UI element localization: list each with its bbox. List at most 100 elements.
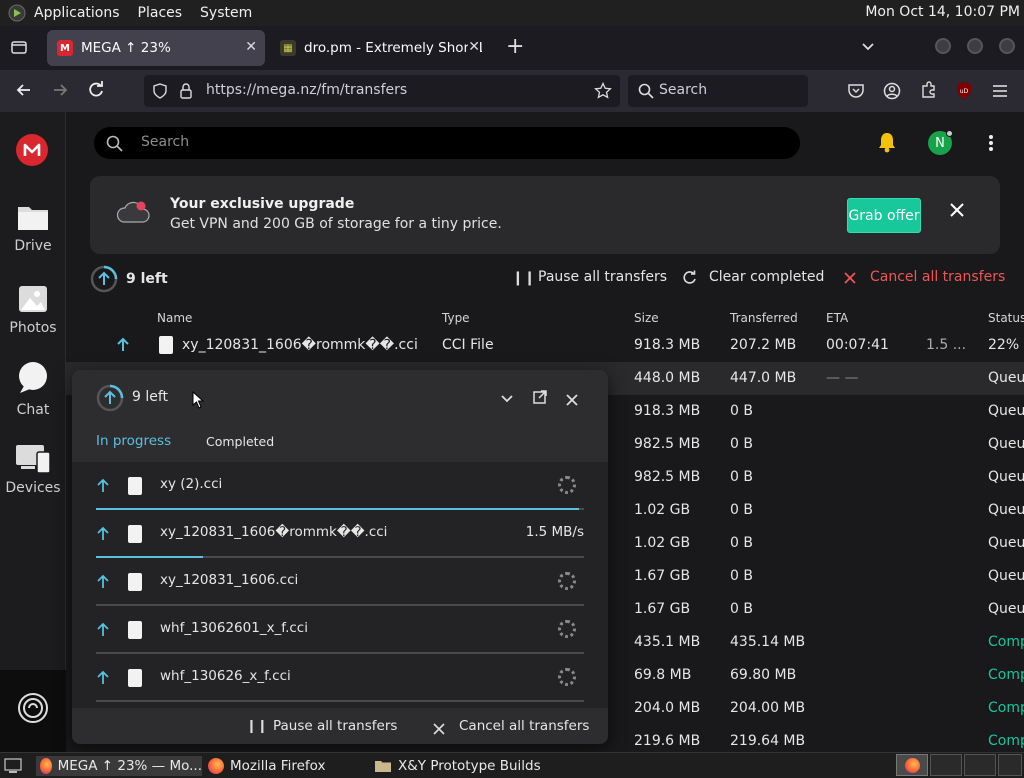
upload-arrow-icon bbox=[96, 573, 110, 593]
firefox-icon bbox=[905, 758, 920, 773]
upgrade-banner: Your exclusive upgrade Get VPN and 200 G… bbox=[90, 176, 1000, 254]
row-status: 22% bbox=[988, 337, 1020, 353]
hamburger-menu-icon[interactable] bbox=[992, 83, 1008, 102]
collapse-chevron-icon[interactable] bbox=[500, 390, 514, 409]
divider bbox=[96, 700, 584, 702]
cancel-all-transfers-button[interactable]: Cancel all transfers bbox=[870, 269, 1005, 285]
workspace-3[interactable] bbox=[964, 754, 996, 776]
window-maximize-icon[interactable] bbox=[967, 38, 983, 54]
popup-pause-all-button[interactable]: Pause all transfers bbox=[273, 718, 397, 734]
sidebar-item-photos[interactable]: Photos bbox=[0, 284, 66, 336]
shield-icon[interactable] bbox=[152, 83, 168, 103]
apps-logo-icon[interactable] bbox=[8, 4, 26, 22]
window-close-icon[interactable] bbox=[999, 38, 1015, 54]
row-size: 204.0 MB bbox=[634, 700, 701, 716]
column-header-eta[interactable]: ETA bbox=[826, 311, 848, 325]
search-icon bbox=[106, 135, 123, 156]
pause-all-transfers-button[interactable]: Pause all transfers bbox=[538, 269, 667, 285]
row-transferred: 447.0 MB bbox=[730, 370, 797, 386]
row-name: xy_120831_1606�rommk��.cci bbox=[182, 337, 418, 353]
forward-icon[interactable] bbox=[50, 80, 70, 104]
reload-icon[interactable] bbox=[86, 80, 106, 104]
menu-system[interactable]: System bbox=[200, 5, 252, 21]
cancel-x-icon[interactable] bbox=[843, 270, 857, 289]
url-text[interactable]: https://mega.nz/fm/transfers bbox=[206, 82, 407, 98]
column-header-status[interactable]: Status bbox=[988, 311, 1024, 325]
new-tab-icon[interactable]: + bbox=[506, 34, 524, 59]
pause-icon[interactable]: ❙❙ bbox=[246, 719, 268, 734]
tab-overview-icon[interactable] bbox=[10, 38, 28, 60]
sidebar-item-label: Chat bbox=[16, 402, 50, 418]
column-header-transferred[interactable]: Transferred bbox=[730, 311, 798, 325]
menu-applications[interactable]: Applications bbox=[34, 5, 120, 21]
popup-cancel-all-button[interactable]: Cancel all transfers bbox=[459, 718, 589, 734]
kebab-menu-icon[interactable] bbox=[988, 134, 994, 156]
row-size: 69.8 MB bbox=[634, 667, 692, 683]
sidebar-item-devices[interactable]: Devices bbox=[0, 444, 66, 496]
cancel-x-icon[interactable] bbox=[433, 720, 445, 739]
taskbar: MEGA ↑ 23% — Mo... Mozilla Firefox X&Y P… bbox=[0, 752, 1024, 778]
system-panel: Applications Places System Mon Oct 14, 1… bbox=[0, 0, 1024, 26]
column-header-type[interactable]: Type bbox=[442, 311, 470, 325]
clear-completed-button[interactable]: Clear completed bbox=[709, 269, 824, 285]
list-item[interactable]: xy_120831_1606.cci bbox=[96, 558, 584, 606]
ublock-icon[interactable]: uD bbox=[955, 81, 973, 101]
account-icon[interactable] bbox=[883, 82, 901, 104]
list-item[interactable]: xy_120831_1606�rommk��.cci 1.5 MB/s bbox=[96, 510, 584, 558]
mega-favicon-icon: M bbox=[57, 40, 73, 56]
file-icon bbox=[128, 477, 142, 495]
taskbar-item-firefox[interactable]: Mozilla Firefox bbox=[208, 756, 368, 776]
tab-dropm[interactable]: ▦ dro.pm - Extremely Short Li ✕ bbox=[270, 30, 488, 66]
close-icon[interactable] bbox=[949, 202, 965, 222]
tab-completed[interactable]: Completed bbox=[206, 434, 274, 449]
row-transferred: 0 B bbox=[730, 502, 753, 518]
close-tab-icon[interactable]: ✕ bbox=[245, 39, 257, 55]
tab-in-progress[interactable]: In progress bbox=[96, 433, 171, 449]
row-size: 435.1 MB bbox=[634, 634, 701, 650]
file-icon bbox=[128, 621, 142, 639]
workspace-switcher[interactable] bbox=[896, 754, 928, 776]
browser-search-box[interactable]: Search bbox=[628, 75, 808, 107]
taskbar-item-mega[interactable]: MEGA ↑ 23% — Mo... bbox=[36, 756, 202, 776]
sidebar-item-drive[interactable]: Drive bbox=[0, 202, 66, 254]
close-icon[interactable] bbox=[566, 391, 578, 410]
extensions-icon[interactable] bbox=[920, 81, 938, 103]
row-size: 982.5 MB bbox=[634, 436, 701, 452]
list-item[interactable]: whf_130626_x_f.cci bbox=[96, 654, 584, 702]
lock-icon[interactable] bbox=[178, 82, 194, 104]
tab-mega[interactable]: M MEGA ↑ 23% ✕ bbox=[47, 30, 265, 66]
pocket-icon[interactable] bbox=[847, 82, 865, 104]
grab-offer-button[interactable]: Grab offer bbox=[847, 198, 921, 233]
workspace-2[interactable] bbox=[930, 754, 962, 776]
clock[interactable]: Mon Oct 14, 10:07 PM bbox=[865, 4, 1020, 20]
bookmark-star-icon[interactable] bbox=[594, 81, 612, 104]
taskbar-item-label: X&Y Prototype Builds bbox=[398, 758, 541, 774]
expand-window-icon[interactable] bbox=[532, 389, 548, 409]
column-header-size[interactable]: Size bbox=[634, 311, 659, 325]
row-type: CCI File bbox=[442, 337, 494, 353]
back-icon[interactable] bbox=[14, 80, 34, 104]
window-minimize-icon[interactable] bbox=[935, 38, 951, 54]
url-bar[interactable]: https://mega.nz/fm/transfers bbox=[144, 75, 620, 107]
close-tab-icon[interactable]: ✕ bbox=[468, 39, 480, 55]
list-tabs-icon[interactable] bbox=[860, 38, 876, 58]
show-desktop-icon[interactable] bbox=[4, 758, 22, 778]
list-item[interactable]: whf_13062601_x_f.cci bbox=[96, 606, 584, 654]
sidebar-item-chat[interactable]: Chat bbox=[0, 362, 66, 418]
workspace-4[interactable] bbox=[998, 754, 1022, 776]
table-row[interactable]: xy_120831_1606�rommk��.cci CCI File 918.… bbox=[66, 329, 1024, 362]
column-header-name[interactable]: Name bbox=[157, 311, 192, 325]
bell-icon[interactable] bbox=[877, 131, 897, 157]
pause-icon[interactable]: ❙❙ bbox=[512, 270, 535, 286]
mega-logo-icon[interactable] bbox=[16, 134, 48, 166]
search-icon bbox=[638, 83, 654, 103]
taskbar-item-folder[interactable]: X&Y Prototype Builds bbox=[374, 756, 554, 776]
list-item[interactable]: xy (2).cci bbox=[96, 462, 584, 510]
menu-places[interactable]: Places bbox=[138, 5, 183, 21]
avatar-letter: N bbox=[935, 135, 945, 151]
refresh-icon[interactable] bbox=[682, 270, 697, 289]
online-dot-icon bbox=[946, 130, 953, 137]
row-size: 448.0 MB bbox=[634, 370, 701, 386]
mega-sync-icon[interactable] bbox=[17, 692, 49, 724]
mega-search-bar[interactable]: Search bbox=[94, 127, 800, 159]
